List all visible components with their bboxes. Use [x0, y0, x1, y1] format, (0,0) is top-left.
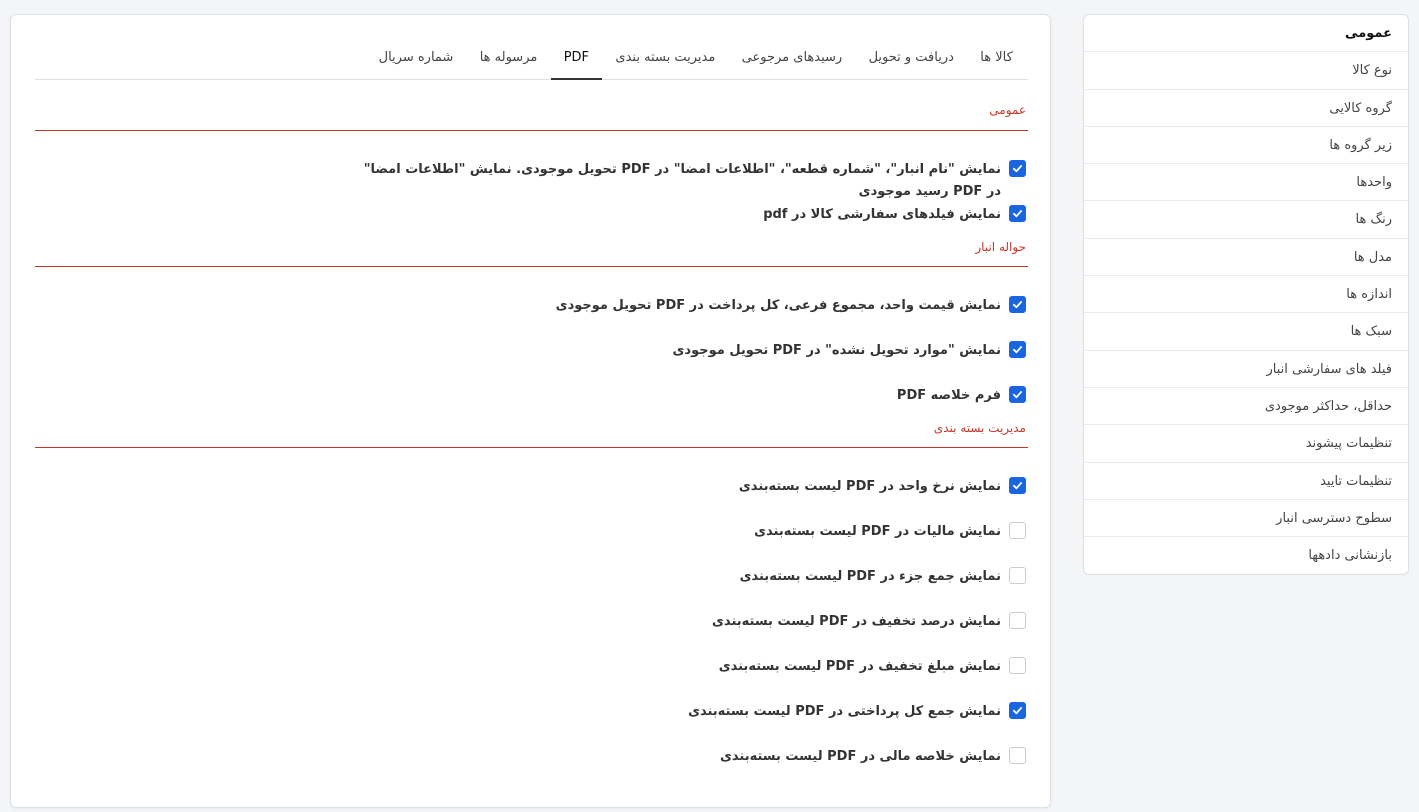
option-label: نمایش جمع کل پرداختی در PDF لیست بسته‌بن… [688, 704, 1001, 719]
tab-bar: کالا ها دریافت و تحویل رسیدهای مرجوعی مد… [35, 47, 1028, 80]
tab-shipments[interactable]: مرسوله ها [467, 47, 551, 80]
option-label: نمایش مبلغ تخفیف در PDF لیست بسته‌بندی [718, 659, 1001, 674]
sidebar-item-min-max-stock[interactable]: حداقل، حداکثر موجودی [1084, 388, 1408, 426]
checkbox[interactable] [1009, 747, 1026, 764]
sidebar-item-product-type[interactable]: نوع کالا [1084, 52, 1408, 90]
check-icon [1012, 165, 1023, 173]
section-divider [35, 266, 1028, 267]
checkbox[interactable] [1009, 657, 1026, 674]
option-label: نمایش فیلدهای سفارشی کالا در pdf [763, 207, 1001, 222]
checkbox[interactable] [1009, 341, 1026, 358]
checkbox[interactable] [1009, 522, 1026, 539]
tab-products[interactable]: کالا ها [967, 47, 1026, 80]
option-label: نمایش "نام انبار"، "شماره قطعه"، "اطلاعا… [363, 162, 1001, 199]
settings-sidebar: عمومی نوع کالا گروه کالایی زیر گروه ها و… [1083, 14, 1409, 576]
option-row[interactable]: نمایش "موارد تحویل نشده" در PDF تحویل مو… [326, 340, 1026, 362]
check-icon [1012, 301, 1023, 309]
option-row[interactable]: نمایش فیلدهای سفارشی کالا در pdf [326, 204, 1026, 226]
tab-receive-deliver[interactable]: دریافت و تحویل [855, 47, 967, 80]
option-label: نمایش مالیات در PDF لیست بسته‌بندی [754, 524, 1001, 539]
sidebar-item-styles[interactable]: سبک ها [1084, 313, 1408, 351]
check-icon [1012, 391, 1023, 399]
section-title-warehouse-transfer: حواله انبار [975, 240, 1026, 254]
sidebar-item-subgroups[interactable]: زیر گروه ها [1084, 127, 1408, 165]
option-row[interactable]: نمایش قیمت واحد، مجموع فرعی، کل پرداخت د… [326, 295, 1026, 317]
option-label: نمایش قیمت واحد، مجموع فرعی، کل پرداخت د… [555, 298, 1001, 313]
sidebar-item-reset-data[interactable]: بازنشانی دادهها [1084, 537, 1408, 574]
sidebar-item-approval-settings[interactable]: تنظیمات تایید [1084, 463, 1408, 500]
sidebar-item-colors[interactable]: رنگ ها [1084, 201, 1408, 239]
section-title-general: عمومی [989, 103, 1026, 117]
option-label: نمایش خلاصه مالی در PDF لیست بسته‌بندی [719, 749, 1001, 764]
section-divider [35, 447, 1028, 448]
option-row[interactable]: نمایش جمع جزء در PDF لیست بسته‌بندی [326, 566, 1026, 588]
option-row[interactable]: فرم خلاصه PDF [326, 385, 1026, 407]
check-icon [1012, 210, 1023, 218]
option-label: نمایش "موارد تحویل نشده" در PDF تحویل مو… [672, 343, 1001, 358]
option-row[interactable]: نمایش جمع کل پرداختی در PDF لیست بسته‌بن… [326, 701, 1026, 723]
checkbox[interactable] [1009, 205, 1026, 222]
option-row[interactable]: نمایش خلاصه مالی در PDF لیست بسته‌بندی [326, 746, 1026, 768]
sidebar-item-custom-fields[interactable]: فیلد های سفارشی انبار [1084, 351, 1408, 388]
section-divider [35, 130, 1028, 131]
check-icon [1012, 346, 1023, 354]
tab-serial-numbers[interactable]: شماره سریال [365, 47, 466, 80]
option-label: فرم خلاصه PDF [896, 388, 1001, 403]
check-icon [1012, 707, 1023, 715]
sidebar-item-sizes[interactable]: اندازه ها [1084, 276, 1408, 314]
checkbox[interactable] [1009, 612, 1026, 629]
tab-packaging[interactable]: مدیریت بسته بندی [602, 47, 728, 80]
sidebar-item-units[interactable]: واحدها [1084, 164, 1408, 202]
checkbox[interactable] [1009, 160, 1026, 177]
checkbox[interactable] [1009, 702, 1026, 719]
main-panel: کالا ها دریافت و تحویل رسیدهای مرجوعی مد… [10, 14, 1051, 808]
section-title-packaging: مدیریت بسته بندی [933, 421, 1026, 435]
checkbox[interactable] [1009, 477, 1026, 494]
sidebar-item-access-levels[interactable]: سطوح دسترسی انبار [1084, 500, 1408, 538]
option-row[interactable]: نمایش درصد تخفیف در PDF لیست بسته‌بندی [326, 611, 1026, 633]
option-row[interactable]: نمایش نرخ واحد در PDF لیست بسته‌بندی [326, 476, 1026, 498]
option-label: نمایش جمع جزء در PDF لیست بسته‌بندی [739, 569, 1001, 584]
tab-return-receipts[interactable]: رسیدهای مرجوعی [728, 47, 855, 80]
checkbox[interactable] [1009, 296, 1026, 313]
option-label: نمایش درصد تخفیف در PDF لیست بسته‌بندی [712, 614, 1001, 629]
tab-pdf[interactable]: PDF [550, 47, 603, 80]
sidebar-item-product-group[interactable]: گروه کالایی [1084, 90, 1408, 127]
sidebar-item-models[interactable]: مدل ها [1084, 239, 1408, 277]
sidebar-item-general[interactable]: عمومی [1084, 15, 1408, 53]
option-row[interactable]: نمایش مبلغ تخفیف در PDF لیست بسته‌بندی [326, 656, 1026, 678]
checkbox[interactable] [1009, 386, 1026, 403]
option-label: نمایش نرخ واحد در PDF لیست بسته‌بندی [738, 479, 1001, 494]
option-row[interactable]: نمایش مالیات در PDF لیست بسته‌بندی [326, 521, 1026, 543]
option-row[interactable]: نمایش "نام انبار"، "شماره قطعه"، "اطلاعا… [346, 159, 1026, 203]
check-icon [1012, 482, 1023, 490]
checkbox[interactable] [1009, 567, 1026, 584]
sidebar-item-prefix-settings[interactable]: تنظیمات پیشوند [1084, 425, 1408, 463]
